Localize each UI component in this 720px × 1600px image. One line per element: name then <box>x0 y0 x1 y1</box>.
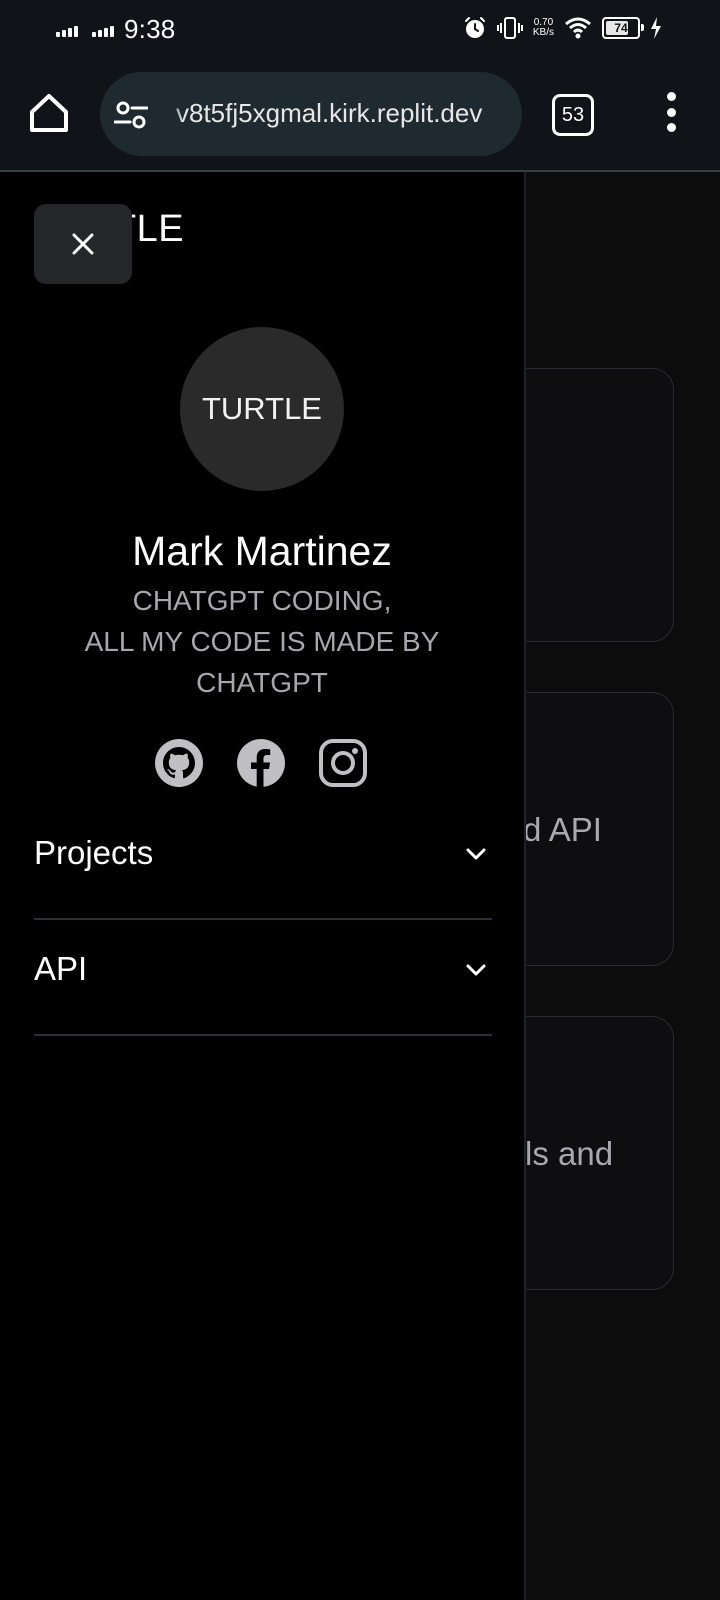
card-text: d API <box>523 811 602 848</box>
side-drawer: TURTLE TURTLE Mark Martinez CHATGPT CODI… <box>0 172 526 1600</box>
status-left: 9:38 <box>56 14 175 45</box>
profile-name: Mark Martinez <box>132 528 392 574</box>
status-time: 9:38 <box>124 14 176 44</box>
close-icon <box>72 233 94 255</box>
status-right: 0.70 KB/s 74 <box>463 16 662 40</box>
net-speed-unit: KB/s <box>532 27 554 38</box>
tab-switcher-button[interactable]: 53 <box>552 94 594 136</box>
signal-icon <box>92 23 114 37</box>
site-settings-icon[interactable] <box>114 100 148 130</box>
bio-line: ALL MY CODE IS MADE BY <box>84 626 440 657</box>
instagram-icon[interactable] <box>318 738 368 788</box>
url-fade <box>162 72 184 156</box>
alarm-icon <box>464 17 485 38</box>
nav-item-projects[interactable]: Projects <box>34 802 492 920</box>
avatar: TURTLE <box>180 327 344 491</box>
battery-level: 74 <box>614 21 628 35</box>
bio-line: CHATGPT <box>196 667 328 698</box>
nav-label: Projects <box>34 834 154 871</box>
chevron-down-icon <box>466 848 486 860</box>
home-icon[interactable] <box>26 90 72 136</box>
close-button[interactable] <box>34 204 132 284</box>
nav-label: API <box>34 950 88 987</box>
net-speed: 0.70 KB/s <box>533 18 554 38</box>
chevron-down-icon <box>466 964 486 976</box>
wifi-icon <box>565 17 591 39</box>
address-bar[interactable]: v8t5fj5xgmal.kirk.replit.dev <box>100 72 522 156</box>
more-options-icon[interactable] <box>664 92 678 132</box>
social-links <box>154 738 368 788</box>
charging-icon <box>651 17 661 39</box>
battery-icon: 74 <box>602 17 644 39</box>
profile-bio: CHATGPT CODING, ALL MY CODE IS MADE BY C… <box>60 580 464 703</box>
signal-icon <box>56 23 78 37</box>
tab-count: 53 <box>561 103 585 126</box>
browser-toolbar: v8t5fj5xgmal.kirk.replit.dev 53 <box>0 62 720 172</box>
vibrate-icon <box>496 17 523 39</box>
bio-line: CHATGPT CODING, <box>132 585 392 616</box>
nav-item-api[interactable]: API <box>34 918 492 1036</box>
avatar-text: TURTLE <box>201 391 322 426</box>
card-text: ls and <box>525 1135 614 1172</box>
github-icon[interactable] <box>154 738 204 788</box>
status-bar: 9:38 0.70 KB/s 74 <box>0 0 720 62</box>
url-text: v8t5fj5xgmal.kirk.replit.dev <box>176 98 483 128</box>
facebook-icon[interactable] <box>236 738 286 788</box>
